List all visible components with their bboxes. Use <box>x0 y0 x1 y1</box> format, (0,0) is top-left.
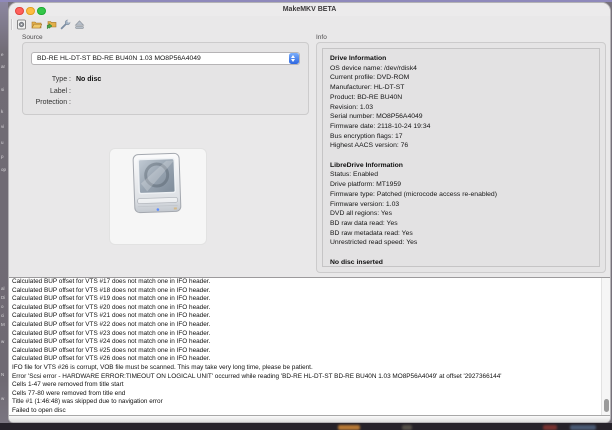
background-text-fragment: u <box>1 140 4 145</box>
info-group: Drive Information OS device name: /dev/r… <box>316 42 606 273</box>
background-text-fragment: al <box>1 286 5 291</box>
source-field-label: Protection : <box>31 97 71 109</box>
log-line: Calculated BUP offset for VTS #23 does n… <box>12 330 600 339</box>
source-field-row: Type : No disc <box>31 74 300 86</box>
source-field-label: Label : <box>31 86 71 98</box>
source-field-row: Protection : <box>31 97 300 109</box>
background-window-edge: e ar si k vi u p op al Di o ci Mw Nw <box>0 2 8 423</box>
background-text-fragment: p <box>1 154 4 159</box>
info-panel: Drive Information OS device name: /dev/r… <box>322 48 600 267</box>
log-line: Calculated BUP offset for VTS #20 does n… <box>12 304 600 313</box>
settings-button[interactable] <box>59 18 72 31</box>
log-line: Calculated BUP offset for VTS #25 does n… <box>12 347 600 356</box>
drive-info-line: OS device name: /dev/rdisk4 <box>330 64 592 74</box>
log-line: Calculated BUP offset for VTS #17 does n… <box>12 278 600 287</box>
drive-info-line: Serial number: MO8P56A4049 <box>330 112 592 122</box>
background-text-fragment: e <box>1 52 4 57</box>
open-files-icon <box>16 19 27 30</box>
status-bar <box>9 415 610 423</box>
log-line: Cells 1-47 were removed from title start <box>12 381 600 390</box>
eject-icon <box>74 19 85 30</box>
background-text-fragment: ar <box>1 64 5 69</box>
source-drive-select-value: BD-RE HL-DT-ST BD-RE BU40N 1.03 MO8P56A4… <box>32 55 289 62</box>
eject-button[interactable] <box>73 18 86 31</box>
background-text-fragment: si <box>1 87 4 92</box>
log-line: Calculated BUP offset for VTS #22 does n… <box>12 321 600 330</box>
log-line: Calculated BUP offset for VTS #19 does n… <box>12 295 600 304</box>
drive-information-title: Drive Information <box>330 54 592 64</box>
drive-info-line: Current profile: DVD-ROM <box>330 73 592 83</box>
makemkv-window: MakeMKV BETA <box>8 2 611 423</box>
optical-drive-icon <box>132 152 184 216</box>
titlebar: MakeMKV BETA <box>9 3 610 16</box>
background-text-fragment: M <box>1 322 5 327</box>
background-text-fragment: vi <box>1 124 4 129</box>
log-line: Calculated BUP offset for VTS #18 does n… <box>12 287 600 296</box>
libredrive-info-line: Unrestricted read speed: Yes <box>330 238 592 248</box>
source-group-label: Source <box>22 34 43 41</box>
open-disc-button[interactable] <box>30 18 43 31</box>
backup-icon <box>46 19 57 30</box>
backup-button[interactable] <box>45 18 58 31</box>
drive-info-line: Revision: 1.03 <box>330 103 592 113</box>
source-field-label: Type : <box>31 74 71 86</box>
source-field-row: Label : <box>31 86 300 98</box>
log-line: Calculated BUP offset for VTS #26 does n… <box>12 355 600 364</box>
select-arrows-icon <box>289 53 299 64</box>
dock-icon-blob <box>338 425 360 430</box>
background-text-fragment: k <box>1 109 3 114</box>
scrollbar-thumb[interactable] <box>604 399 609 412</box>
source-drive-select[interactable]: BD-RE HL-DT-ST BD-RE BU40N 1.03 MO8P56A4… <box>31 52 300 65</box>
background-text-fragment: w <box>1 396 4 401</box>
background-text-fragment: Di <box>1 295 5 300</box>
source-group: BD-RE HL-DT-ST BD-RE BU40N 1.03 MO8P56A4… <box>22 42 309 115</box>
window-title: MakeMKV BETA <box>9 6 610 13</box>
libredrive-info-line: DVD all regions: Yes <box>330 209 592 219</box>
dock-icon-blob <box>402 425 412 430</box>
log-line: Cells 77-80 were removed from title end <box>12 390 600 399</box>
open-files-button[interactable] <box>15 18 28 31</box>
log-line: Error 'Scsi error - HARDWARE ERROR:TIMEO… <box>12 373 600 382</box>
libredrive-info-line: BD raw data read: Yes <box>330 219 592 229</box>
toolbar-separator <box>11 19 13 30</box>
libredrive-info-line: Firmware version: 1.03 <box>330 200 592 210</box>
dock-icon-blob <box>543 425 557 430</box>
toolbar <box>9 16 610 33</box>
background-text-fragment: o <box>1 304 4 309</box>
libredrive-info-line: BD raw metadata read: Yes <box>330 229 592 239</box>
libredrive-info-line: Status: Enabled <box>330 170 592 180</box>
info-group-label: Info <box>316 34 327 41</box>
drive-info-line: Firmware date: 2118-10-24 19:34 <box>330 122 592 132</box>
log-line: Calculated BUP offset for VTS #24 does n… <box>12 338 600 347</box>
drive-info-line: Bus encryption flags: 17 <box>330 132 592 142</box>
libredrive-info-line: Drive platform: MT1959 <box>330 180 592 190</box>
drive-info-line: Manufacturer: HL-DT-ST <box>330 83 592 93</box>
background-text-fragment: N <box>1 372 4 377</box>
log-line: Title #1 (1:46:48) was skipped due to na… <box>12 398 600 407</box>
log-output[interactable]: Calculated BUP offset for VTS #17 does n… <box>9 277 610 416</box>
drive-info-line: Product: BD-RE BU40N <box>330 93 592 103</box>
background-text-fragment: ci <box>1 313 4 318</box>
log-line: Calculated BUP offset for VTS #21 does n… <box>12 312 600 321</box>
settings-wrench-icon <box>60 19 71 30</box>
background-text-fragment: w <box>1 339 4 344</box>
source-field-value: No disc <box>76 74 101 86</box>
drive-info-line: Highest AACS version: 76 <box>330 141 592 151</box>
log-line: IFO file for VTS #26 is corrupt, VOB fil… <box>12 364 600 373</box>
libredrive-info-line: Firmware type: Patched (microcode access… <box>330 190 592 200</box>
disc-status-message: No disc inserted <box>330 258 592 267</box>
background-text-fragment: op <box>1 167 6 172</box>
open-folder-icon <box>31 19 42 30</box>
log-scrollbar[interactable] <box>601 278 610 416</box>
drive-image-panel <box>109 148 207 245</box>
libredrive-information-title: LibreDrive Information <box>330 161 592 171</box>
dock-strip <box>0 423 612 430</box>
dock-icon-blob <box>570 425 596 430</box>
